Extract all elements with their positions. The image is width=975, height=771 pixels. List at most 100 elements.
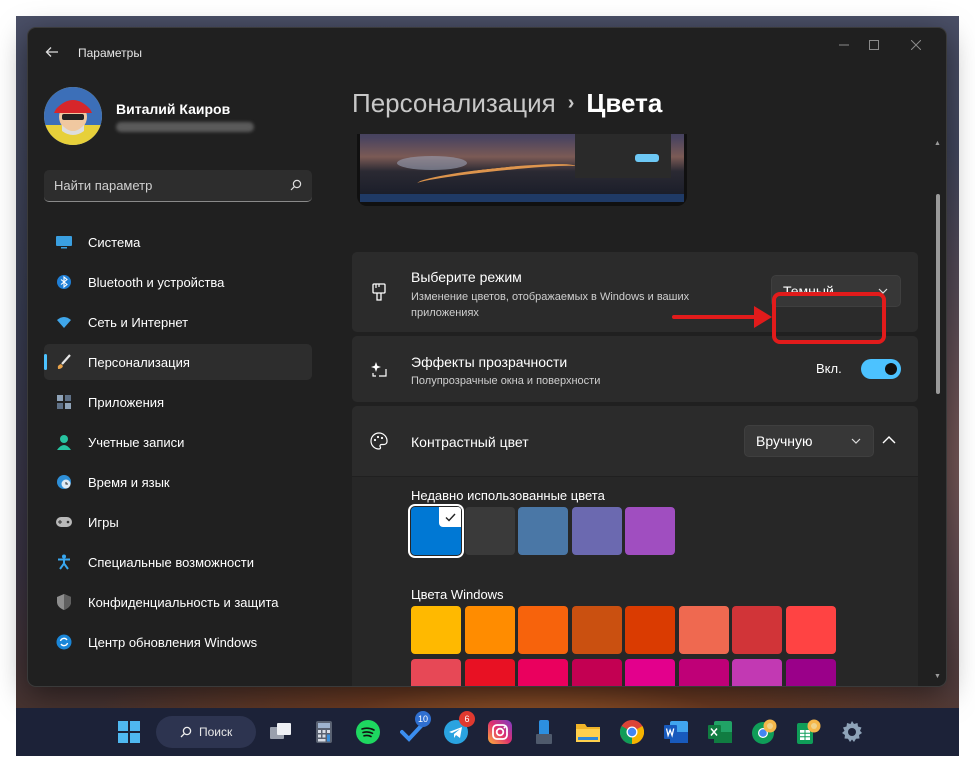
sparkle-window-icon (370, 360, 388, 378)
main-content: Выберите режим Изменение цветов, отображ… (352, 134, 918, 686)
windows-color-swatch[interactable] (785, 606, 836, 654)
taskbar-sheets[interactable] (793, 717, 823, 747)
transparency-title: Эффекты прозрачности (411, 354, 568, 370)
task-view-button[interactable] (266, 717, 296, 747)
taskbar-todo[interactable]: 10 (397, 711, 431, 747)
globe-clock-icon (56, 474, 72, 490)
accent-title: Контрастный цвет (411, 434, 529, 450)
start-button[interactable] (114, 717, 144, 747)
system-icon (56, 234, 72, 250)
windows-color-swatch[interactable] (625, 606, 675, 654)
chevron-down-icon (851, 438, 861, 444)
sidebar-item-bluetooth[interactable]: Bluetooth и устройства (44, 264, 312, 300)
close-icon (910, 39, 922, 51)
brush-icon (56, 354, 72, 370)
arrow-left-icon (45, 47, 58, 57)
accent-color-card[interactable]: Контрастный цвет Вручную (352, 406, 918, 476)
recent-color-swatch[interactable] (464, 507, 515, 555)
sidebar-item-privacy[interactable]: Конфиденциальность и защита (44, 584, 312, 620)
recent-color-swatch[interactable] (518, 507, 568, 555)
sidebar-item-label: Время и язык (88, 475, 170, 490)
taskbar-file-explorer[interactable] (573, 717, 603, 747)
calculator-icon (316, 721, 332, 743)
recent-colors-label: Недавно использованные цвета (411, 488, 605, 503)
search-icon[interactable] (290, 179, 302, 191)
windows-color-swatch[interactable] (732, 659, 782, 686)
settings-window: Параметры Виталий Каиров Система (28, 28, 946, 686)
close-button[interactable] (904, 38, 928, 54)
sidebar-item-time-language[interactable]: Время и язык (44, 464, 312, 500)
search-input[interactable] (54, 170, 274, 201)
taskbar-spotify[interactable] (353, 717, 383, 747)
taskbar-chrome[interactable] (617, 717, 647, 747)
avatar[interactable] (44, 87, 102, 145)
scrollbar[interactable]: ▲ ▼ (934, 140, 941, 680)
minimize-button[interactable] (832, 38, 856, 54)
accessibility-icon (56, 554, 72, 570)
windows-color-swatch[interactable] (678, 606, 729, 654)
windows-logo-icon (118, 721, 140, 743)
taskbar-calculator[interactable] (309, 717, 339, 747)
search-box[interactable] (44, 170, 312, 202)
taskbar-chrome-profile[interactable] (749, 717, 779, 747)
phone-link-icon (536, 720, 552, 744)
transparency-card: Эффекты прозрачности Полупрозрачные окна… (352, 336, 918, 402)
chrome-profile-icon (752, 719, 777, 744)
transparency-toggle[interactable] (861, 359, 901, 379)
recent-color-swatch[interactable] (408, 504, 464, 558)
scroll-thumb[interactable] (936, 194, 940, 394)
annotation-arrow-line (672, 315, 758, 319)
collapse-button[interactable] (882, 432, 902, 452)
windows-color-swatch[interactable] (518, 659, 568, 686)
windows-color-swatch[interactable] (464, 659, 515, 686)
spotify-icon (356, 720, 380, 744)
sidebar-item-gaming[interactable]: Игры (44, 504, 312, 540)
recent-color-swatch[interactable] (625, 507, 675, 555)
sidebar-item-system[interactable]: Система (44, 224, 312, 260)
accent-dropdown[interactable]: Вручную (744, 425, 874, 457)
sidebar-item-apps[interactable]: Приложения (44, 384, 312, 420)
back-button[interactable] (44, 44, 60, 60)
windows-color-swatch[interactable] (411, 659, 461, 686)
windows-color-swatch[interactable] (678, 659, 729, 686)
folder-icon (576, 724, 600, 742)
sidebar-item-accounts[interactable]: Учетные записи (44, 424, 312, 460)
maximize-button[interactable] (862, 38, 886, 54)
scroll-down-icon[interactable]: ▼ (934, 673, 941, 680)
taskbar-phone-link[interactable] (529, 717, 559, 747)
breadcrumb-parent[interactable]: Персонализация (352, 88, 556, 118)
preview-window (575, 134, 671, 178)
sidebar-item-label: Игры (88, 515, 119, 530)
sidebar-item-network[interactable]: Сеть и Интернет (44, 304, 312, 340)
word-icon (664, 721, 688, 743)
sidebar-item-accessibility[interactable]: Специальные возможности (44, 544, 312, 580)
taskbar-word[interactable] (661, 717, 691, 747)
taskbar-search[interactable]: Поиск (156, 716, 256, 748)
sidebar-item-windows-update[interactable]: Центр обновления Windows (44, 624, 312, 660)
taskbar-telegram[interactable]: 6 (441, 711, 475, 747)
sidebar-item-personalization[interactable]: Персонализация (44, 344, 312, 380)
taskbar-instagram[interactable] (485, 717, 515, 747)
telegram-badge: 6 (459, 711, 475, 727)
sidebar-item-label: Система (88, 235, 141, 250)
taskbar-search-label: Поиск (199, 725, 233, 739)
windows-color-swatch[interactable] (411, 606, 461, 654)
taskbar-excel[interactable] (705, 717, 735, 747)
taskbar-settings[interactable] (837, 717, 867, 747)
windows-color-swatch[interactable] (518, 606, 568, 654)
windows-color-swatch[interactable] (785, 659, 836, 686)
scroll-up-icon[interactable]: ▲ (934, 140, 941, 147)
windows-color-swatch[interactable] (571, 659, 622, 686)
breadcrumb: Персонализация › Цвета (352, 88, 662, 119)
windows-color-swatch[interactable] (625, 659, 675, 686)
windows-colors-label: Цвета Windows (411, 587, 504, 602)
preview-water (397, 156, 467, 170)
windows-color-swatch[interactable] (732, 606, 782, 654)
preview-accent-button (635, 154, 659, 162)
recent-color-swatch[interactable] (571, 507, 622, 555)
windows-color-swatch[interactable] (464, 606, 515, 654)
accent-expanded-panel: Недавно использованные цвета Цвета Windo… (352, 477, 918, 686)
windows-color-swatch[interactable] (571, 606, 622, 654)
sidebar-item-label: Учетные записи (88, 435, 185, 450)
page-title: Цвета (586, 88, 663, 118)
